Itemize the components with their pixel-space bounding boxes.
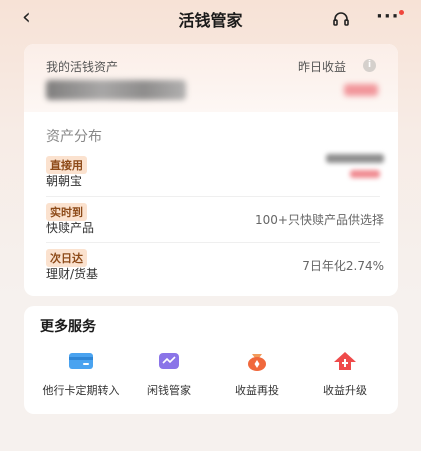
yesterday-income-label: 昨日收益 xyxy=(298,60,347,74)
balance-blurred xyxy=(326,154,384,163)
distribution-title: 资产分布 xyxy=(46,129,102,145)
list-item-realtime[interactable]: 实时到 快赎产品 100+只快赎产品供选择 xyxy=(46,201,384,245)
services-title: 更多服务 xyxy=(40,319,96,335)
list-item-next-day[interactable]: 次日达 理财/货基 7日年化2.74% xyxy=(46,247,384,291)
assets-card: 我的活钱资产 昨日收益 i 资产分布 直接用 朝朝宝 实时到 快赎产品 100+… xyxy=(24,44,398,296)
list-item-direct-use[interactable]: 直接用 朝朝宝 xyxy=(46,154,384,198)
assets-summary: 我的活钱资产 昨日收益 i xyxy=(24,44,398,112)
services-card: 更多服务 他行卡定期转入 闲钱管家 收益再投 收益升级 xyxy=(24,306,398,414)
divider xyxy=(46,242,380,243)
income-blurred xyxy=(350,170,380,178)
service-label: 收益再投 xyxy=(235,384,279,397)
product-name: 快赎产品 xyxy=(46,221,95,235)
service-label: 闲钱管家 xyxy=(147,384,191,397)
bank-card-icon xyxy=(69,353,93,369)
service-bank-transfer[interactable]: 他行卡定期转入 xyxy=(36,350,126,397)
wallet-chart-icon xyxy=(159,353,179,369)
more-dots-icon[interactable]: ··· xyxy=(376,6,400,27)
assets-amount-blurred xyxy=(46,80,186,100)
service-idle-money[interactable]: 闲钱管家 xyxy=(124,350,214,397)
headset-icon[interactable] xyxy=(332,10,350,28)
money-bag-icon xyxy=(248,354,266,371)
service-reinvest[interactable]: 收益再投 xyxy=(212,350,302,397)
product-hint: 100+只快赎产品供选择 xyxy=(255,213,384,227)
notification-dot xyxy=(399,10,404,15)
divider xyxy=(46,196,380,197)
service-label: 收益升级 xyxy=(323,384,367,397)
my-assets-label: 我的活钱资产 xyxy=(46,60,119,74)
back-arrow-icon[interactable]: ‹ xyxy=(22,6,31,30)
service-label: 他行卡定期转入 xyxy=(42,384,120,397)
product-name: 朝朝宝 xyxy=(46,174,83,188)
page-title: 活钱管家 xyxy=(178,11,243,30)
service-upgrade[interactable]: 收益升级 xyxy=(300,350,390,397)
nav-bar: ‹ 活钱管家 ··· xyxy=(0,0,421,38)
product-name: 理财/货基 xyxy=(46,267,99,281)
info-icon[interactable]: i xyxy=(363,59,376,72)
upgrade-icon xyxy=(334,352,356,370)
income-amount-blurred xyxy=(344,84,378,96)
annual-yield: 7日年化2.74% xyxy=(302,259,384,273)
